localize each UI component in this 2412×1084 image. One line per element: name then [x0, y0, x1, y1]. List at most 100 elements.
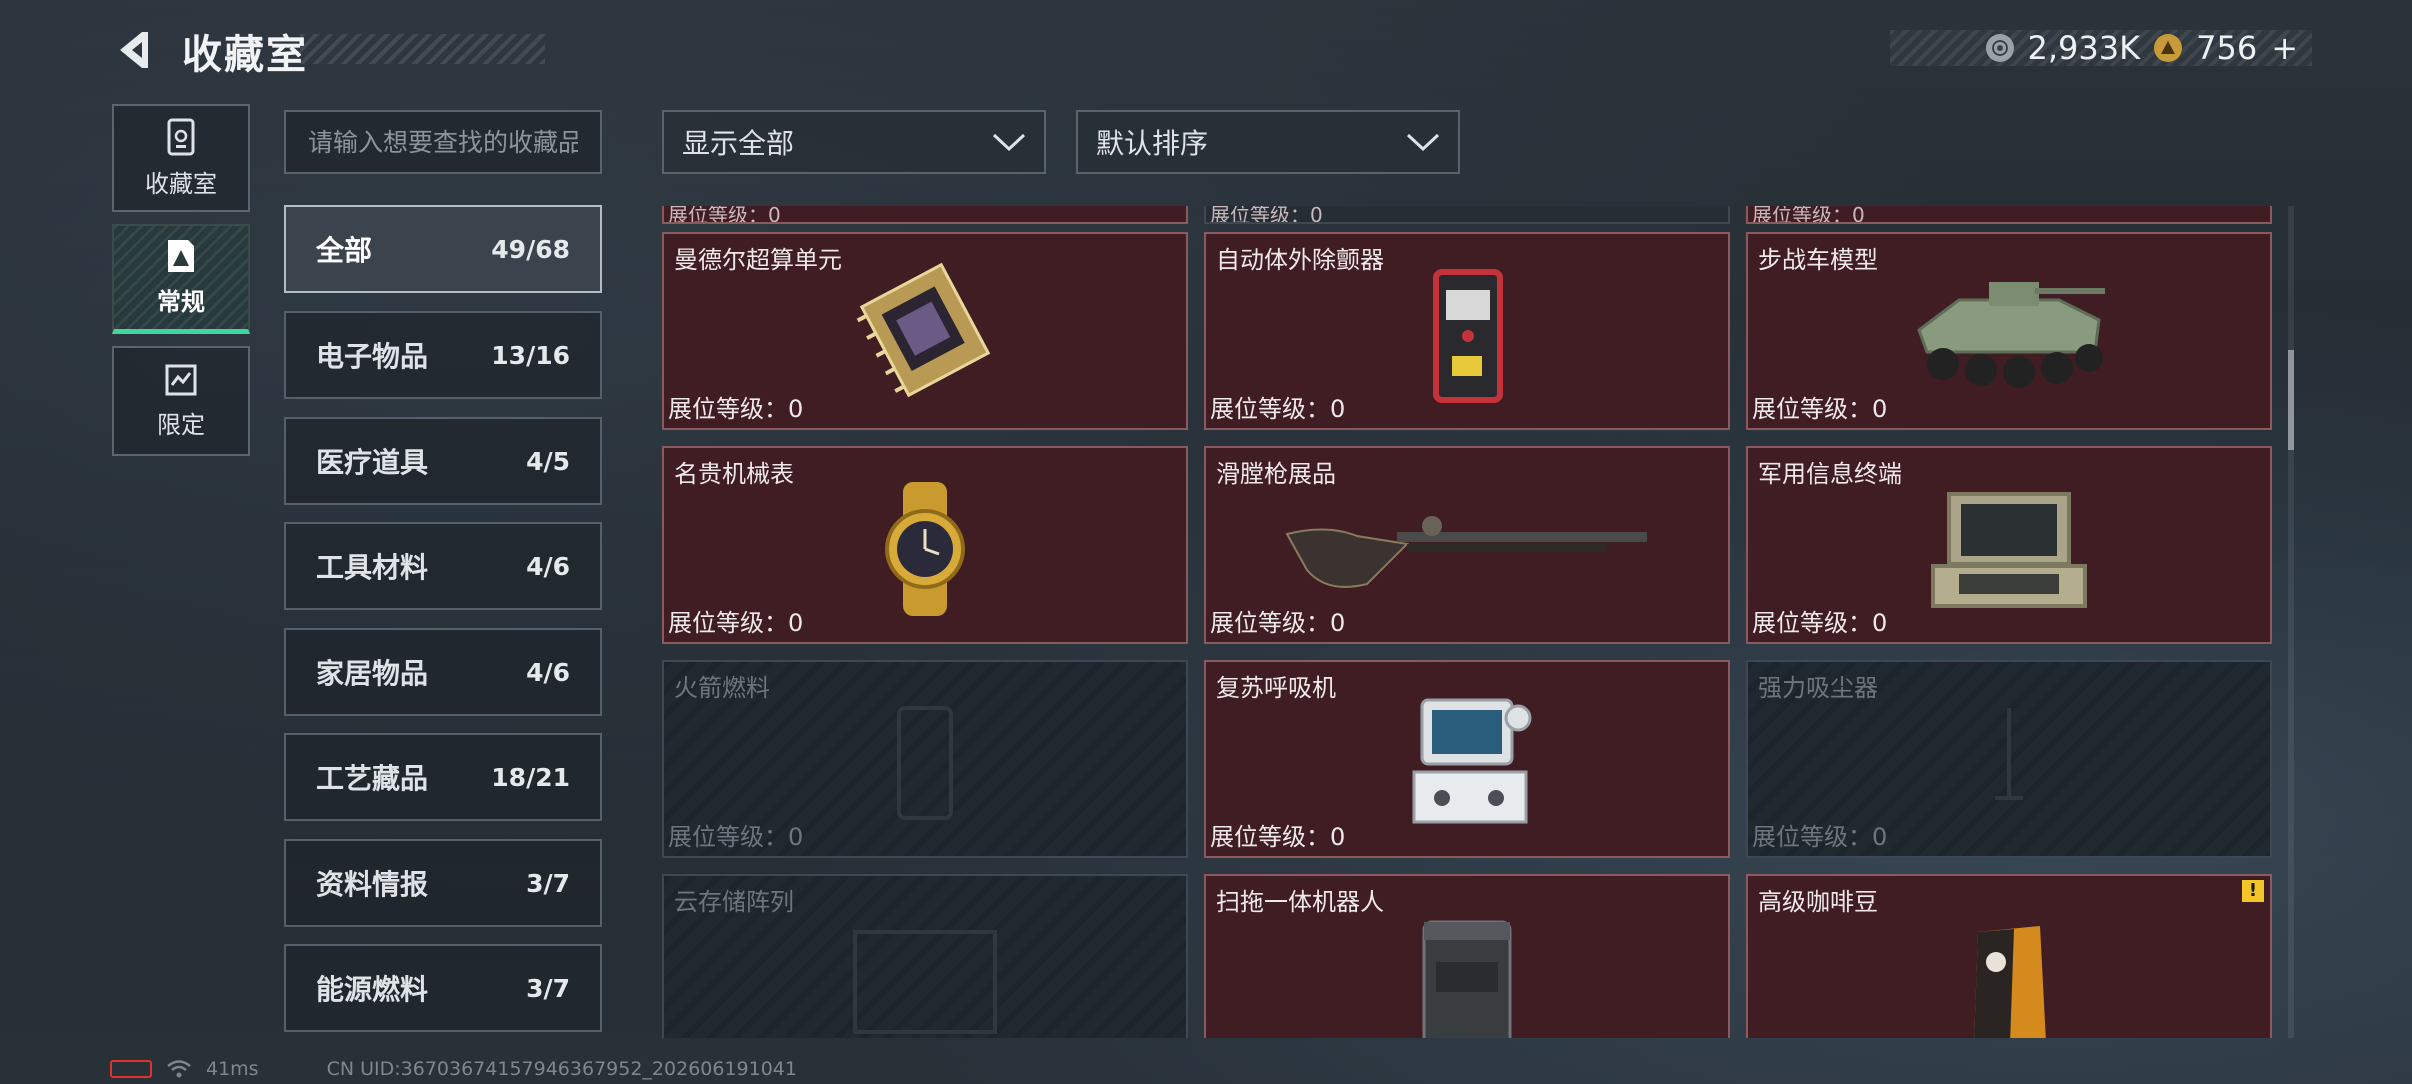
add-currency-button[interactable]: + [2271, 29, 2298, 67]
category-count: 18/21 [491, 762, 570, 792]
currency-2-value: 756 [2196, 29, 2258, 67]
sort-value: 默认排序 [1096, 127, 1209, 160]
category-count: 3/7 [526, 973, 570, 1003]
category-count: 13/16 [491, 340, 570, 370]
chevron-down-icon [1406, 133, 1440, 152]
rail-collection-room[interactable]: 收藏室 [112, 104, 250, 212]
robot-vacuum-icon [1422, 920, 1512, 1038]
item-name: 高级咖啡豆 [1758, 888, 1878, 916]
currency-1-value: 2,933K [2027, 29, 2141, 67]
item-card[interactable]: 滑膛枪展品 展位等级：0 [1204, 446, 1730, 644]
rail-label: 常规 [157, 288, 205, 316]
collection-room-icon [167, 118, 195, 155]
category-name: 家居物品 [316, 657, 429, 690]
rail-label: 限定 [157, 410, 205, 439]
currency-bar: 2,933K 756 + [1890, 29, 2312, 67]
filter-dropdown[interactable]: 显示全部 [662, 110, 1046, 174]
category-crafts[interactable]: 工艺藏品 18/21 [284, 733, 602, 821]
item-card[interactable]: 扫拖一体机器人 [1204, 874, 1730, 1038]
item-name: 军用信息终端 [1758, 460, 1902, 488]
category-intel[interactable]: 资料情报 3/7 [284, 839, 602, 927]
collection-grid[interactable]: 展位等级：0 展位等级：0 展位等级：0 曼德尔超算单元 展位等级：0 自动体外… [662, 206, 2282, 1038]
warning-icon: ! [2242, 880, 2264, 902]
item-card[interactable]: 曼德尔超算单元 展位等级：0 [662, 232, 1188, 430]
category-all[interactable]: 全部 49/68 [284, 205, 602, 293]
military-terminal-icon [1931, 492, 2087, 608]
search-input[interactable] [308, 127, 578, 157]
title-stripe-decoration [300, 34, 545, 64]
item-level: 展位等级：0 [668, 823, 804, 851]
category-tools[interactable]: 工具材料 4/6 [284, 522, 602, 610]
partial-item-card[interactable]: 展位等级：0 [662, 206, 1188, 224]
category-count: 49/68 [491, 234, 570, 264]
defibrillator-icon [1433, 269, 1503, 403]
item-name: 自动体外除颤器 [1216, 246, 1384, 274]
category-name: 电子物品 [316, 340, 429, 373]
item-card-locked[interactable]: 强力吸尘器 展位等级：0 [1746, 660, 2272, 858]
category-name: 资料情报 [316, 868, 429, 901]
item-level: 展位等级：0 [668, 395, 804, 423]
chevron-down-icon [992, 133, 1026, 152]
item-name: 复苏呼吸机 [1216, 674, 1336, 702]
category-energy[interactable]: 能源燃料 3/7 [284, 944, 602, 1032]
item-card[interactable]: 复苏呼吸机 展位等级：0 [1204, 660, 1730, 858]
item-card[interactable]: 名贵机械表 展位等级：0 [662, 446, 1188, 644]
armored-vehicle-model-icon [1917, 282, 2105, 388]
category-count: 4/5 [526, 446, 570, 476]
category-name: 能源燃料 [316, 973, 429, 1006]
item-name: 扫拖一体机器人 [1216, 888, 1384, 916]
search-box[interactable] [284, 110, 602, 174]
item-name: 火箭燃料 [674, 674, 770, 702]
item-level: 展位等级：0 [1210, 609, 1346, 637]
item-level: 展位等级：0 [668, 609, 804, 637]
category-household[interactable]: 家居物品 4/6 [284, 628, 602, 716]
item-name: 强力吸尘器 [1758, 674, 1878, 702]
page-title: 收藏室 [182, 32, 308, 78]
supercomputer-unit-icon [856, 262, 991, 398]
musket-exhibit-icon [1285, 516, 1647, 588]
item-card[interactable]: 步战车模型 展位等级：0 [1746, 232, 2272, 430]
coffee-beans-icon [1974, 926, 2046, 1038]
item-level: 展位等级：0 [1752, 609, 1888, 637]
rail-label: 收藏室 [145, 169, 217, 198]
item-card-locked[interactable]: 火箭燃料 展位等级：0 [662, 660, 1188, 858]
sort-dropdown[interactable]: 默认排序 [1076, 110, 1460, 174]
category-name: 全部 [316, 234, 373, 267]
item-card[interactable]: 高级咖啡豆 ! [1746, 874, 2272, 1038]
item-name: 云存储阵列 [674, 888, 794, 916]
battery-icon [110, 1060, 152, 1078]
partial-item-card[interactable]: 展位等级：0 [1746, 206, 2272, 224]
item-card[interactable]: 军用信息终端 展位等级：0 [1746, 446, 2272, 644]
item-level: 展位等级：0 [1752, 395, 1888, 423]
limited-icon [165, 364, 197, 395]
grid-scrollbar-thumb[interactable] [2288, 350, 2294, 450]
item-name: 名贵机械表 [674, 460, 794, 488]
item-level: 展位等级：0 [1752, 823, 1888, 851]
item-card-locked[interactable]: 云存储阵列 [662, 874, 1188, 1038]
regular-icon [168, 240, 194, 272]
silver-coin-icon [1985, 34, 2014, 62]
partial-level-label: 展位等级：0 [668, 206, 781, 224]
cloud-storage-silhouette-icon [853, 930, 997, 1034]
uid-text: CN UID:36703674157946367952_202606191041 [326, 1058, 797, 1080]
item-level: 展位等级：0 [1210, 823, 1346, 851]
vacuum-silhouette-icon [1995, 708, 2023, 800]
category-count: 3/7 [526, 868, 570, 898]
item-name: 曼德尔超算单元 [674, 246, 842, 274]
category-medical[interactable]: 医疗道具 4/5 [284, 417, 602, 505]
ping-value: 41ms [206, 1058, 259, 1080]
category-name: 工艺藏品 [316, 762, 429, 795]
wifi-icon [167, 1060, 191, 1078]
rail-regular[interactable]: 常规 [112, 224, 250, 334]
back-button[interactable] [108, 24, 160, 76]
partial-level-label: 展位等级：0 [1752, 206, 1865, 224]
grid-scrollbar-track[interactable] [2288, 206, 2294, 1038]
partial-item-card[interactable]: 展位等级：0 [1204, 206, 1730, 224]
item-card[interactable]: 自动体外除颤器 展位等级：0 [1204, 232, 1730, 430]
category-electronics[interactable]: 电子物品 13/16 [284, 311, 602, 399]
ventilator-icon [1412, 698, 1532, 824]
partial-level-label: 展位等级：0 [1210, 206, 1323, 224]
rail-limited[interactable]: 限定 [112, 346, 250, 456]
category-name: 工具材料 [316, 551, 429, 584]
category-name: 医疗道具 [316, 446, 429, 479]
